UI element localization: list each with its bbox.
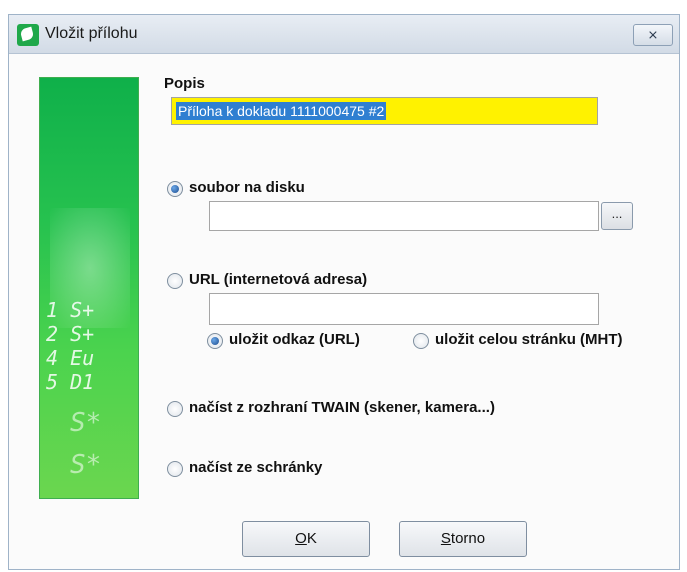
browse-button[interactable]: ...	[601, 202, 633, 230]
ok-accel-key: O	[295, 530, 307, 547]
radio-save-link[interactable]	[207, 333, 223, 349]
banner-digit-line: 1 S+	[46, 298, 95, 322]
banner-digits: 1 S+ 2 S+ 4 Eu 5 D1	[46, 298, 94, 394]
banner-digit-line: 2 S+	[46, 322, 95, 346]
banner-sign: S*	[70, 408, 102, 438]
title-bar: Vložit přílohu ⨯	[9, 15, 679, 54]
close-icon: ⨯	[647, 27, 659, 42]
app-logo-icon	[17, 24, 39, 46]
ok-label-rest: K	[306, 530, 317, 547]
radio-clipboard-label[interactable]: načíst ze schránky	[189, 459, 322, 476]
radio-url[interactable]	[167, 273, 183, 289]
cancel-button[interactable]: Storno	[399, 521, 527, 557]
radio-save-link-label[interactable]: uložit odkaz (URL)	[229, 331, 360, 348]
attachment-dialog: Vložit přílohu ⨯ 1 S+ 2 S+ 4 Eu 5 D1 S* …	[8, 14, 680, 570]
popis-value: Příloha k dokladu 1111000475 #2	[176, 102, 387, 120]
popis-input[interactable]: Příloha k dokladu 1111000475 #2	[171, 97, 598, 125]
banner-digit-line: 4 Eu	[46, 346, 95, 370]
banner-digit-line: 5 D1	[46, 370, 95, 394]
banner-sign: S*	[70, 450, 102, 480]
file-path-input[interactable]	[209, 201, 599, 231]
close-button[interactable]: ⨯	[633, 24, 673, 46]
popis-label: Popis	[164, 75, 205, 92]
decorative-banner: 1 S+ 2 S+ 4 Eu 5 D1 S* S*	[39, 77, 139, 499]
url-input[interactable]	[209, 293, 599, 325]
radio-file-on-disk[interactable]	[167, 181, 183, 197]
window-title: Vložit přílohu	[45, 25, 138, 42]
cancel-accel-key: S	[440, 530, 451, 547]
radio-twain[interactable]	[167, 401, 183, 417]
ok-button[interactable]: OK	[242, 521, 370, 557]
cancel-label-rest: torno	[450, 530, 486, 547]
radio-save-page[interactable]	[413, 333, 429, 349]
radio-url-label[interactable]: URL (internetová adresa)	[189, 271, 367, 288]
radio-file-on-disk-label[interactable]: soubor na disku	[189, 179, 305, 196]
radio-save-page-label[interactable]: uložit celou stránku (MHT)	[435, 331, 623, 348]
radio-clipboard[interactable]	[167, 461, 183, 477]
radio-twain-label[interactable]: načíst z rozhraní TWAIN (skener, kamera.…	[189, 399, 495, 416]
